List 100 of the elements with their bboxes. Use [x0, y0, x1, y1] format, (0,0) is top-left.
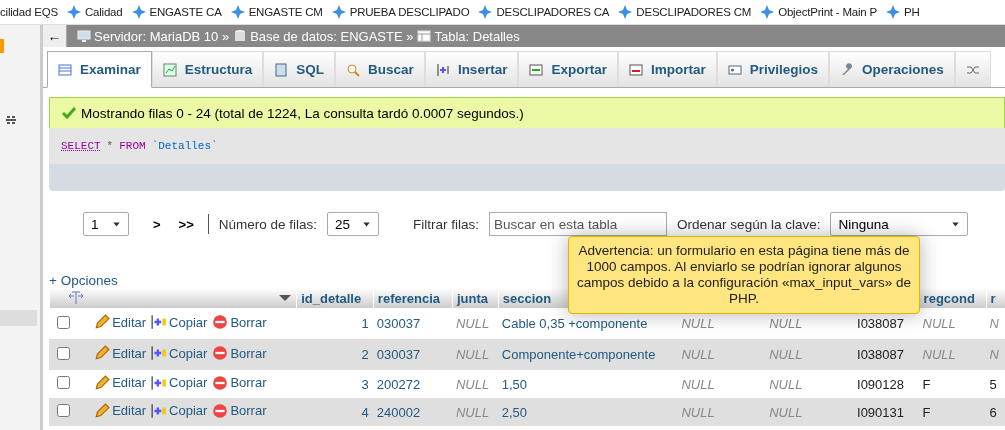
tab[interactable]: Estructura [151, 51, 264, 87]
warning-tooltip: Advertencia: un formulario en esta página tiene más de 1000 campos. Al enviarlo se podrían ignorar algunos campos debido a la configuración «max_input_vars» de PHP. [568, 236, 920, 314]
table-cell: I038087 [857, 347, 904, 362]
search-icon [346, 62, 361, 77]
copy-link[interactable]: Copiar [151, 314, 208, 330]
copy-link[interactable]: Copiar [151, 374, 208, 391]
table-cell: NULL [681, 376, 715, 392]
table-cell: N [989, 316, 999, 331]
copy-link[interactable]: Copiar [151, 402, 208, 419]
sql-operator: * [106, 140, 114, 152]
page-select[interactable]: 1 [83, 212, 129, 236]
table-cell: 4 [361, 404, 369, 420]
edit-link[interactable]: Editar [94, 345, 147, 361]
import-icon [628, 62, 643, 77]
row-checkbox[interactable] [57, 376, 70, 389]
star-icon [760, 5, 775, 19]
pencil-icon [94, 402, 111, 419]
tab[interactable]: Buscar [335, 51, 425, 87]
row-checkbox[interactable] [57, 346, 70, 360]
server-icon [77, 29, 91, 43]
rows-select[interactable]: 25 [327, 212, 380, 236]
bookmark-link[interactable]: ENGASTE CA [149, 6, 222, 18]
pencil-icon [94, 374, 111, 391]
bookmark-link[interactable]: PRUEBA DESCLIPADO [349, 6, 470, 18]
filter-label: Filtrar filas: [413, 216, 480, 232]
id-card-icon [727, 62, 742, 77]
table-cell: 2 [361, 347, 369, 362]
delete-icon [212, 402, 229, 419]
tab[interactable]: Exportar [518, 51, 618, 87]
row-checkbox[interactable] [57, 315, 70, 329]
bookmark-link[interactable]: Calidad [84, 6, 123, 18]
tab[interactable]: Insertar [424, 51, 519, 87]
link-icon [4, 113, 18, 127]
table-cell: 3 [361, 376, 369, 392]
back-button[interactable]: ← [43, 25, 67, 47]
edit-link[interactable]: Editar [94, 314, 147, 330]
next-button[interactable]: > [149, 216, 165, 232]
table-icon [417, 29, 432, 43]
column-header[interactable]: junta [451, 288, 498, 308]
edit-link[interactable]: Editar [94, 402, 147, 419]
sql-table-name: `Detalles` [151, 140, 218, 152]
sql-keyword: FROM [119, 140, 146, 152]
delete-link[interactable]: Borrar [212, 402, 267, 419]
table-cell: NULL [455, 376, 490, 392]
delete-link[interactable]: Borrar [212, 314, 267, 330]
sidebar-marker [0, 39, 4, 53]
table-cell: N [989, 347, 999, 362]
table-cell: 030037 [376, 347, 421, 362]
table-cell: 6 [989, 404, 997, 420]
rows-label: Número de filas: [218, 216, 318, 232]
edit-link[interactable]: Editar [94, 374, 147, 391]
bookmark-link[interactable]: DESCLIPADORES CM [636, 6, 752, 18]
table-cell: 1,50 [501, 376, 528, 392]
table-cell: NULL [769, 347, 803, 362]
table-cell: I090131 [857, 404, 904, 420]
bookmark-link[interactable]: cilidad EQS [0, 6, 58, 18]
breadcrumb-link[interactable]: Servidor: MariaDB 10 » [94, 28, 230, 44]
tab[interactable]: Privilegios [716, 51, 829, 87]
column-header[interactable]: r [985, 288, 1005, 308]
table-cell: NULL [769, 376, 803, 392]
table-cell: 1 [361, 316, 369, 331]
table-cell: NULL [769, 316, 803, 331]
table-cell: NULL [769, 404, 803, 420]
delete-link[interactable]: Borrar [212, 345, 267, 361]
tab[interactable]: Importar [617, 51, 717, 87]
column-header[interactable]: referencia [372, 288, 452, 308]
delete-link[interactable]: Borrar [212, 374, 267, 391]
tab[interactable]: Operaciones [829, 51, 955, 87]
pencil-icon [94, 345, 111, 361]
sort-select[interactable]: Ninguna [830, 212, 969, 236]
copy-link[interactable]: Copiar [151, 345, 208, 361]
bookmark-link[interactable]: ENGASTE CM [248, 6, 323, 18]
options-link[interactable]: + Opciones [49, 273, 118, 288]
bookmark-link[interactable]: ObjectPrint - Main P [778, 6, 878, 18]
filter-field[interactable]: Buscar en esta tabla [489, 212, 668, 236]
delete-icon [212, 345, 229, 361]
row-checkbox[interactable] [57, 404, 70, 417]
table-icon [58, 62, 72, 77]
breadcrumb-link[interactable]: Base de datos: ENGASTE » [250, 28, 414, 44]
column-header[interactable]: regcond [918, 288, 986, 308]
export-icon [529, 62, 544, 77]
tab[interactable]: Examinar [47, 51, 152, 88]
table-cell: I090128 [857, 376, 904, 392]
table-cell: F [922, 376, 931, 392]
bookmark-link[interactable]: DESCLIPADORES CA [496, 6, 610, 18]
column-header[interactable]: id_detalle [296, 288, 373, 308]
delete-icon [212, 374, 229, 391]
star-icon [886, 5, 901, 19]
tab[interactable]: SQL [263, 51, 336, 87]
breadcrumb-link[interactable]: Tabla: Detalles [434, 28, 520, 44]
tab[interactable] [954, 51, 991, 87]
table-cell: NULL [681, 316, 715, 331]
star-icon [230, 5, 245, 19]
table-cell: Componente+componente [501, 347, 656, 362]
wrench-icon [840, 62, 854, 77]
database-icon [233, 29, 248, 43]
copy-icon [151, 402, 168, 419]
sort-label: Ordenar según la clave: [677, 216, 821, 232]
last-button[interactable]: >> [174, 216, 198, 232]
bookmark-link[interactable]: PH [904, 6, 920, 18]
